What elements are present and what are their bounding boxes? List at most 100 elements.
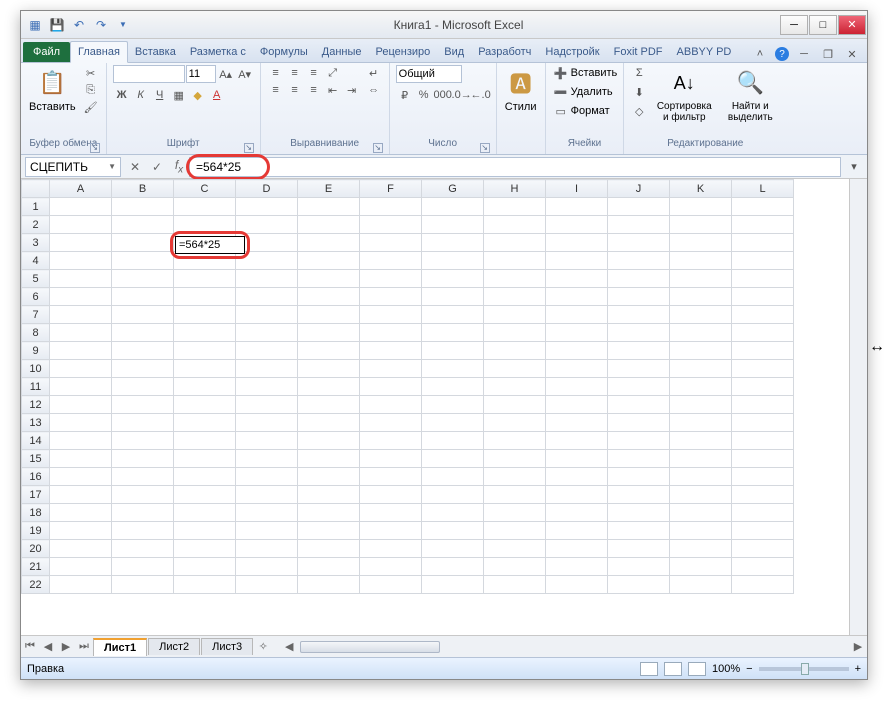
row-header-21[interactable]: 21 — [22, 558, 50, 576]
cell-I5[interactable] — [546, 270, 608, 288]
sheet-tab-2[interactable]: Лист2 — [148, 638, 200, 655]
cell-A2[interactable] — [50, 216, 112, 234]
cell-B16[interactable] — [112, 468, 174, 486]
cell-E15[interactable] — [298, 450, 360, 468]
cell-L14[interactable] — [732, 432, 794, 450]
cell-A11[interactable] — [50, 378, 112, 396]
name-box[interactable]: СЦЕПИТЬ ▼ — [25, 157, 121, 177]
cell-K3[interactable] — [670, 234, 732, 252]
cell-G2[interactable] — [422, 216, 484, 234]
row-header-13[interactable]: 13 — [22, 414, 50, 432]
cell-E9[interactable] — [298, 342, 360, 360]
cell-A6[interactable] — [50, 288, 112, 306]
cell-C17[interactable] — [174, 486, 236, 504]
zoom-thumb[interactable] — [801, 663, 809, 675]
cell-I8[interactable] — [546, 324, 608, 342]
cell-C13[interactable] — [174, 414, 236, 432]
orientation-icon[interactable]: ⤢ — [324, 65, 342, 81]
font-size-combo[interactable]: 11 — [186, 65, 216, 83]
cell-G15[interactable] — [422, 450, 484, 468]
sheet-nav-prev-icon[interactable]: ◀ — [39, 638, 57, 656]
cell-J20[interactable] — [608, 540, 670, 558]
cell-L17[interactable] — [732, 486, 794, 504]
cell-K14[interactable] — [670, 432, 732, 450]
cell-K11[interactable] — [670, 378, 732, 396]
cell-I22[interactable] — [546, 576, 608, 594]
percent-icon[interactable]: % — [415, 87, 433, 103]
cell-F10[interactable] — [360, 360, 422, 378]
cell-A21[interactable] — [50, 558, 112, 576]
mdi-restore-icon[interactable]: ❐ — [819, 46, 837, 62]
cell-L16[interactable] — [732, 468, 794, 486]
cell-D17[interactable] — [236, 486, 298, 504]
cell-C1[interactable] — [174, 198, 236, 216]
cell-D1[interactable] — [236, 198, 298, 216]
cell-L18[interactable] — [732, 504, 794, 522]
cell-J15[interactable] — [608, 450, 670, 468]
cell-B7[interactable] — [112, 306, 174, 324]
cell-H11[interactable] — [484, 378, 546, 396]
cell-B11[interactable] — [112, 378, 174, 396]
sort-filter-button[interactable]: A↓ Сортировка и фильтр — [652, 65, 716, 125]
cell-H16[interactable] — [484, 468, 546, 486]
cell-J13[interactable] — [608, 414, 670, 432]
cell-L8[interactable] — [732, 324, 794, 342]
cell-C16[interactable] — [174, 468, 236, 486]
cell-L7[interactable] — [732, 306, 794, 324]
cell-B10[interactable] — [112, 360, 174, 378]
cell-C2[interactable] — [174, 216, 236, 234]
clear-icon[interactable]: ◇ — [630, 103, 648, 119]
cell-E4[interactable] — [298, 252, 360, 270]
expand-formula-bar-icon[interactable]: ▾ — [845, 159, 863, 175]
cell-I7[interactable] — [546, 306, 608, 324]
vertical-scrollbar[interactable] — [849, 179, 867, 635]
cell-A4[interactable] — [50, 252, 112, 270]
column-header-L[interactable]: L — [732, 180, 794, 198]
cell-G19[interactable] — [422, 522, 484, 540]
cell-K10[interactable] — [670, 360, 732, 378]
cell-F21[interactable] — [360, 558, 422, 576]
cell-G8[interactable] — [422, 324, 484, 342]
copy-icon[interactable]: ⎘ — [82, 82, 100, 98]
shrink-font-icon[interactable]: A▾ — [236, 66, 254, 82]
cell-F15[interactable] — [360, 450, 422, 468]
cell-J8[interactable] — [608, 324, 670, 342]
cell-A16[interactable] — [50, 468, 112, 486]
cell-J2[interactable] — [608, 216, 670, 234]
align-center-icon[interactable]: ≡ — [286, 82, 304, 98]
cell-C8[interactable] — [174, 324, 236, 342]
zoom-in-icon[interactable]: + — [855, 663, 861, 675]
row-header-16[interactable]: 16 — [22, 468, 50, 486]
select-all-corner[interactable] — [22, 180, 50, 198]
cell-E13[interactable] — [298, 414, 360, 432]
hscroll-right-icon[interactable]: ▶ — [849, 638, 867, 656]
cell-L2[interactable] — [732, 216, 794, 234]
view-normal-icon[interactable] — [640, 662, 658, 676]
cell-K6[interactable] — [670, 288, 732, 306]
mdi-minimize-icon[interactable]: ─ — [795, 46, 813, 62]
cell-E8[interactable] — [298, 324, 360, 342]
cell-I6[interactable] — [546, 288, 608, 306]
cell-F1[interactable] — [360, 198, 422, 216]
new-sheet-icon[interactable]: ✧ — [254, 638, 272, 656]
mdi-close-icon[interactable]: ✕ — [843, 46, 861, 62]
row-header-3[interactable]: 3 — [22, 234, 50, 252]
cell-C15[interactable] — [174, 450, 236, 468]
minimize-ribbon-icon[interactable]: ˄ — [751, 46, 769, 62]
cell-C21[interactable] — [174, 558, 236, 576]
cell-I10[interactable] — [546, 360, 608, 378]
cell-B1[interactable] — [112, 198, 174, 216]
cell-C10[interactable] — [174, 360, 236, 378]
cell-F11[interactable] — [360, 378, 422, 396]
horizontal-scrollbar[interactable]: ◀ — [280, 639, 849, 655]
cell-C5[interactable] — [174, 270, 236, 288]
cell-F7[interactable] — [360, 306, 422, 324]
cell-F13[interactable] — [360, 414, 422, 432]
cell-I9[interactable] — [546, 342, 608, 360]
cell-B6[interactable] — [112, 288, 174, 306]
cell-D15[interactable] — [236, 450, 298, 468]
row-header-20[interactable]: 20 — [22, 540, 50, 558]
cell-I11[interactable] — [546, 378, 608, 396]
cell-C12[interactable] — [174, 396, 236, 414]
cells-delete-button[interactable]: ➖Удалить — [552, 84, 618, 100]
